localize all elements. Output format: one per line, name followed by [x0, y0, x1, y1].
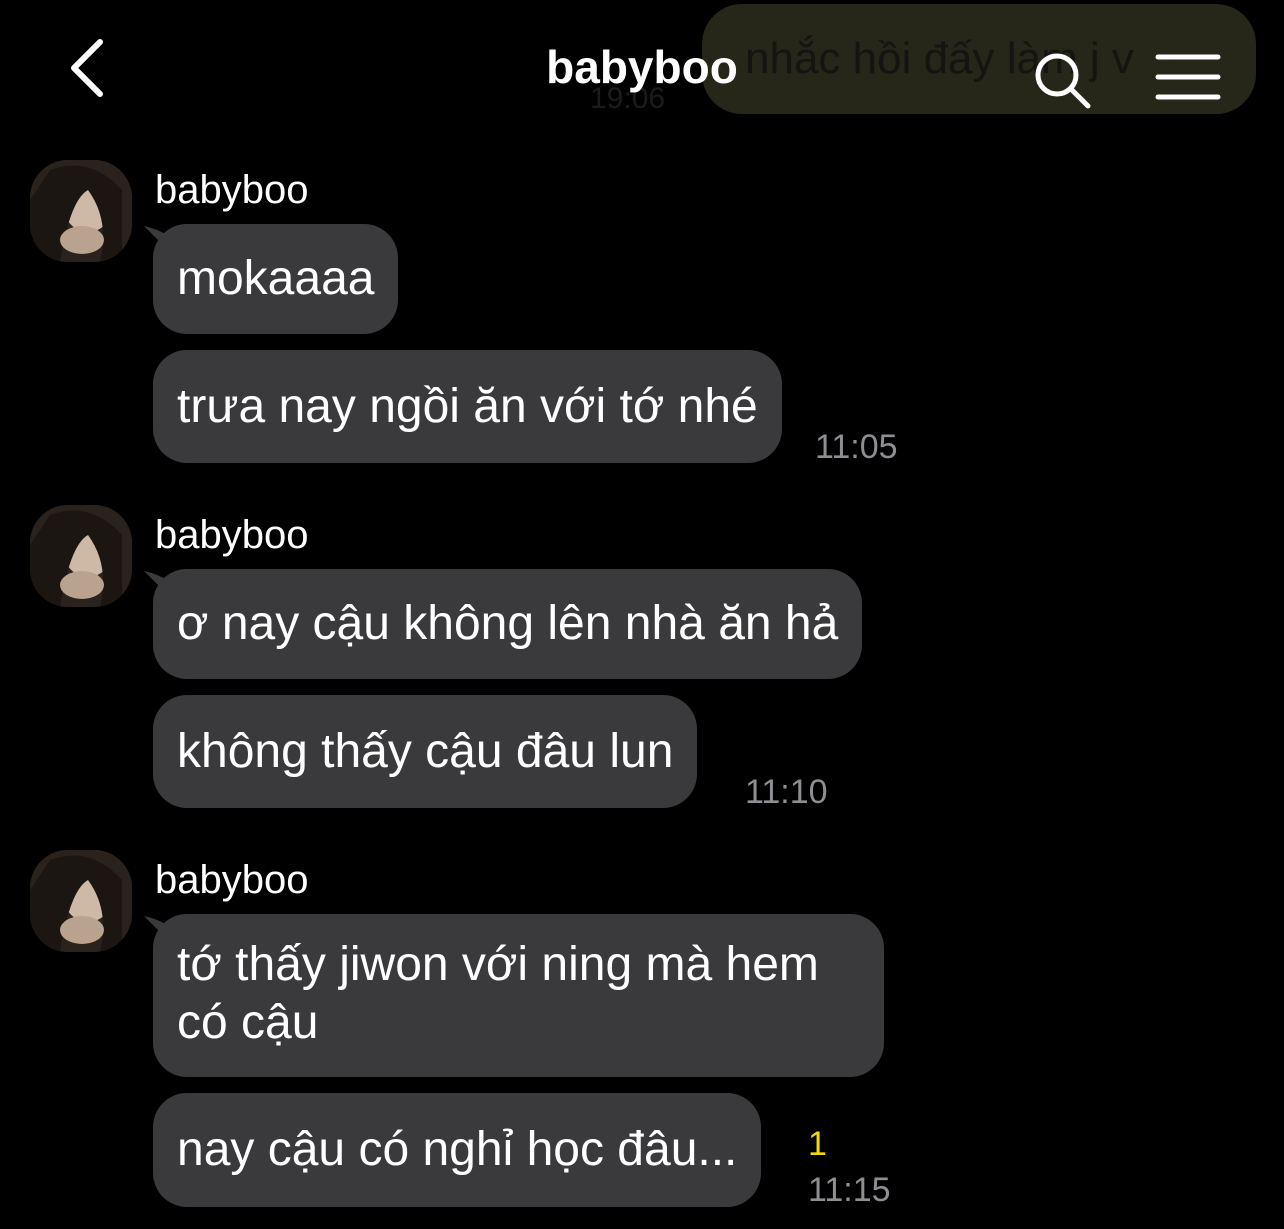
sender-avatar[interactable] [30, 160, 132, 262]
sender-avatar[interactable] [30, 505, 132, 607]
unread-count-badge: 1 [808, 1125, 827, 1163]
avatar-photo [30, 850, 132, 952]
menu-button[interactable] [1154, 52, 1222, 102]
search-button[interactable] [1030, 48, 1094, 112]
sender-avatar[interactable] [30, 850, 132, 952]
message-text: ơ nay cậu không lên nhà ăn hả [177, 597, 839, 650]
message-bubble[interactable]: ơ nay cậu không lên nhà ăn hả [153, 569, 863, 679]
message-text: trưa nay ngồi ăn với tớ nhé [177, 380, 758, 433]
message-bubble[interactable]: trưa nay ngồi ăn với tớ nhé [153, 350, 782, 463]
message-time: 11:10 [745, 773, 828, 811]
message-bubble[interactable]: mokaaaa [153, 224, 399, 334]
message-bubble[interactable]: tớ thấy jiwon với ning mà hem có cậu [153, 914, 884, 1077]
message-text: mokaaaa [177, 252, 375, 305]
message-text: nay cậu có nghỉ học đâu... [177, 1123, 738, 1176]
chat-header: babyboo [0, 0, 1284, 140]
avatar-photo [30, 505, 132, 607]
message-bubble[interactable]: nay cậu có nghỉ học đâu... [153, 1093, 762, 1207]
message-bubble[interactable]: không thấy cậu đâu lun [153, 695, 698, 808]
sender-name: babyboo [155, 858, 309, 902]
sender-name: babyboo [155, 168, 309, 212]
message-text: tớ thấy jiwon với ning mà hem có cậu [177, 938, 819, 1049]
search-icon [1035, 53, 1091, 109]
avatar-photo [30, 160, 132, 262]
hamburger-menu-icon [1155, 54, 1221, 100]
message-time: 11:05 [815, 428, 898, 466]
message-text: không thấy cậu đâu lun [177, 725, 674, 778]
chat-screen: nhắc hồi đấy làm j v 19:06 babyboo babyb… [0, 0, 1284, 1229]
message-time: 11:15 [808, 1171, 891, 1209]
sender-name: babyboo [155, 513, 309, 557]
